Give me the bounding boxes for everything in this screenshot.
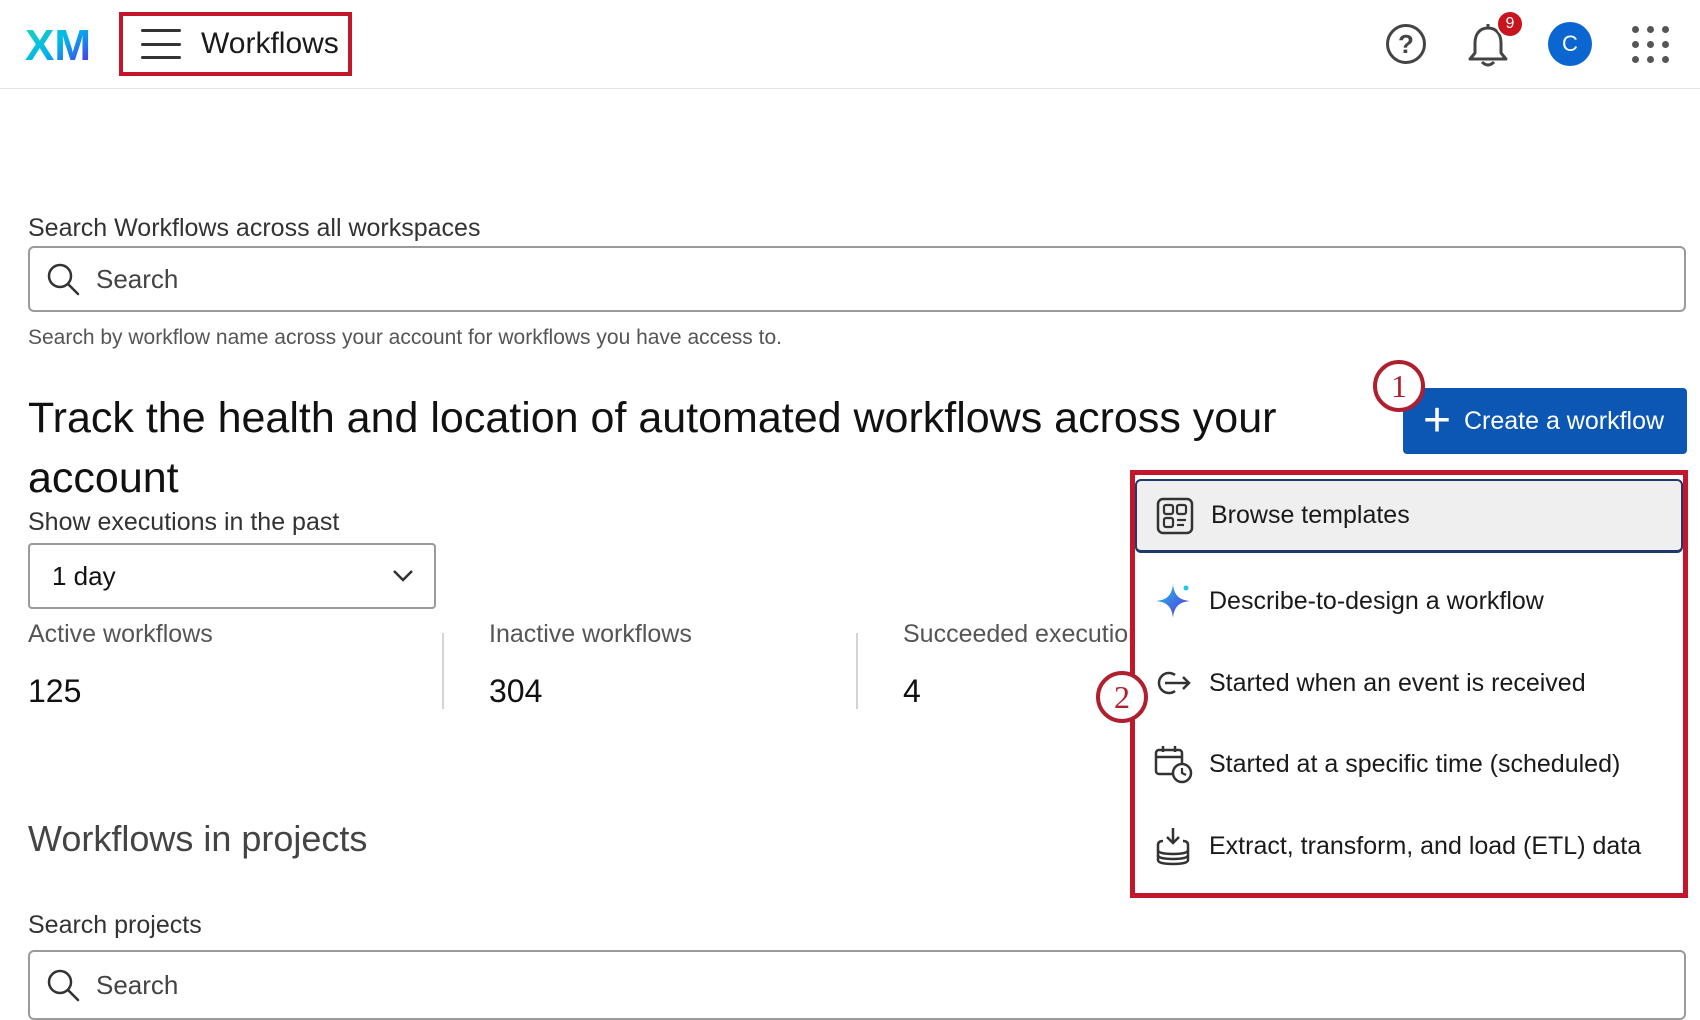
create-workflow-label: Create a workflow	[1463, 407, 1665, 435]
notifications-count-badge: 9	[1496, 10, 1524, 38]
stat-divider	[856, 633, 858, 709]
callout-marker-1: 1	[1373, 360, 1425, 412]
menu-highlight-outline	[1130, 470, 1688, 898]
create-workflow-button[interactable]: + Create a workflow	[1403, 388, 1687, 454]
executions-filter-label: Show executions in the past	[28, 508, 340, 536]
help-icon[interactable]: ?	[1386, 24, 1426, 64]
search-icon	[47, 969, 80, 1002]
nav-title: Workflows	[201, 27, 339, 60]
stat-divider	[442, 633, 444, 709]
stat-active-label: Active workflows	[28, 620, 213, 648]
stat-active-value: 125	[28, 673, 82, 709]
projects-heading: Workflows in projects	[28, 818, 368, 859]
projects-search-input[interactable]: Search	[28, 950, 1686, 1020]
search-icon	[47, 263, 80, 296]
chevron-down-icon	[393, 570, 413, 582]
stat-inactive-value: 304	[489, 673, 543, 709]
projects-search-placeholder: Search	[96, 969, 179, 1000]
hamburger-icon[interactable]	[141, 29, 181, 59]
stat-succeeded-value: 4	[903, 673, 921, 709]
executions-period-select[interactable]: 1 day	[28, 543, 436, 609]
stat-succeeded-label: Succeeded executions	[903, 620, 1155, 648]
stat-inactive-label: Inactive workflows	[489, 620, 692, 648]
search-label: Search Workflows across all workspaces	[28, 214, 481, 242]
logo-text: XM	[25, 21, 91, 68]
workflow-search-input[interactable]: Search	[28, 246, 1686, 312]
user-avatar[interactable]: C	[1548, 22, 1592, 66]
xm-logo[interactable]: XM	[25, 20, 97, 68]
search-placeholder: Search	[96, 263, 179, 294]
callout-marker-2: 2	[1096, 671, 1148, 723]
plus-icon: +	[1423, 394, 1452, 447]
nav-menu-button[interactable]: Workflows	[119, 12, 352, 76]
executions-period-value: 1 day	[52, 560, 116, 591]
search-helper-text: Search by workflow name across your acco…	[28, 326, 782, 349]
apps-grid-icon[interactable]	[1632, 26, 1670, 64]
projects-search-label: Search projects	[28, 911, 202, 939]
